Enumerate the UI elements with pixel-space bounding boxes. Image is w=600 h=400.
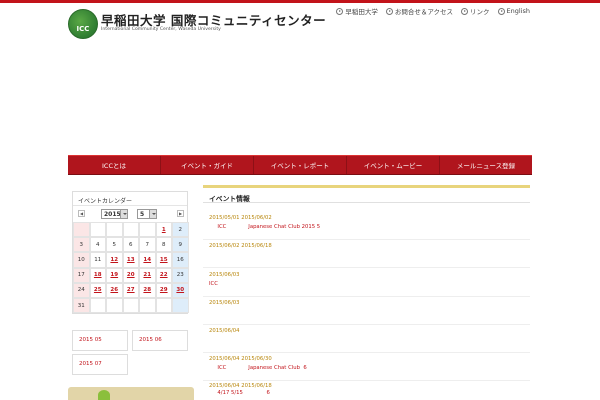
site-subtitle: International Community Center, Waseda U…: [101, 27, 221, 32]
next-month-button[interactable]: ▶: [177, 210, 184, 217]
event-title[interactable]: ICC: [209, 281, 218, 287]
event-dates: 2015/06/04 2015/06/18: [209, 383, 272, 389]
event-title[interactable]: ICC Japanese Chat Club 2015 5: [209, 224, 320, 230]
event-info-title: イベント情報: [203, 188, 530, 203]
month-archive-2015-06[interactable]: 2015 06: [132, 330, 188, 351]
calendar-day[interactable]: 28: [139, 282, 156, 298]
nav-event-report[interactable]: イベント・レポート: [254, 156, 347, 174]
event-title[interactable]: 4/17 5/15 6: [209, 390, 269, 396]
calendar-day: 9: [172, 237, 189, 253]
calendar-day[interactable]: 13: [122, 252, 139, 268]
calendar-day: 17: [73, 267, 90, 283]
event-dates: 2015/06/04 2015/06/30: [209, 356, 272, 362]
calendar-day: 11: [89, 252, 106, 268]
event-dates: 2015/06/03: [209, 300, 240, 306]
calendar-day[interactable]: 30: [172, 282, 189, 298]
top-links: 早稲田大学 お問合せ＆アクセス リンク English: [336, 6, 530, 16]
calendar-day: 16: [172, 252, 189, 268]
event-dates: 2015/06/02 2015/06/18: [209, 243, 272, 249]
top-link-waseda[interactable]: 早稲田大学: [336, 6, 378, 16]
calendar-day: 2: [172, 222, 189, 238]
arrow-circle-icon: [385, 7, 393, 15]
calendar-empty-cell: [106, 297, 123, 314]
year-select[interactable]: 2015: [101, 209, 128, 219]
calendar-empty-cell: [139, 297, 156, 314]
calendar-day: 7: [139, 237, 156, 253]
top-accent-line: [0, 0, 600, 3]
calendar-day[interactable]: 25: [89, 282, 106, 298]
calendar-day[interactable]: 15: [155, 252, 172, 268]
calendar-day[interactable]: 26: [106, 282, 123, 298]
calendar-day: 4: [89, 237, 106, 253]
event-item[interactable]: 2015/06/04 2015/06/30 ICC Japanese Chat …: [203, 353, 530, 381]
calendar-day[interactable]: 20: [122, 267, 139, 283]
nav-event-guide[interactable]: イベント・ガイド: [161, 156, 254, 174]
calendar-day[interactable]: 22: [155, 267, 172, 283]
event-item[interactable]: 2015/06/04: [203, 325, 530, 353]
event-info-panel: イベント情報 2015/05/01 2015/06/02 ICC Japanes…: [203, 185, 530, 400]
top-link-contact[interactable]: お問合せ＆アクセス: [385, 6, 453, 16]
logo-text: ICC: [76, 25, 90, 33]
event-item[interactable]: 2015/06/02 2015/06/18: [203, 240, 530, 268]
prev-arrow-icon: ◀: [79, 211, 84, 216]
event-dates: 2015/06/03: [209, 272, 240, 278]
side-banner[interactable]: [68, 387, 194, 400]
calendar-day: 31: [73, 297, 90, 314]
event-item[interactable]: 2015/06/03 ICC: [203, 269, 530, 297]
event-item[interactable]: 2015/06/04 2015/06/18 4/17 5/15 6: [203, 381, 530, 400]
arrow-circle-icon: [461, 7, 469, 15]
calendar-day: 8: [155, 237, 172, 253]
calendar-day[interactable]: 21: [139, 267, 156, 283]
prev-month-button[interactable]: ◀: [78, 210, 85, 217]
calendar-day[interactable]: 29: [155, 282, 172, 298]
calendar-day[interactable]: 18: [89, 267, 106, 283]
calendar-empty-cell: [155, 297, 172, 314]
calendar-day[interactable]: 27: [122, 282, 139, 298]
month-archive-2015-05[interactable]: 2015 05: [72, 330, 128, 351]
icc-logo[interactable]: ICC: [68, 9, 98, 39]
arrow-circle-icon: [336, 7, 344, 15]
calendar-title: イベントカレンダー: [73, 192, 187, 206]
calendar-day[interactable]: 14: [139, 252, 156, 268]
month-archive-2015-07[interactable]: 2015 07: [72, 354, 128, 375]
calendar-day: 3: [73, 237, 90, 253]
nav-mail-news[interactable]: メールニュース登録: [440, 156, 532, 174]
calendar-empty-cell: [106, 222, 123, 238]
calendar-empty-cell: [122, 297, 139, 314]
top-link-english[interactable]: English: [497, 6, 530, 16]
nav-about[interactable]: ICCとは: [68, 156, 161, 174]
calendar-empty-cell: [139, 222, 156, 238]
main-nav: ICCとは イベント・ガイド イベント・レポート イベント・ムービー メールニュ…: [68, 155, 532, 175]
top-link-links[interactable]: リンク: [461, 6, 490, 16]
event-item[interactable]: 2015/06/03: [203, 297, 530, 325]
event-title[interactable]: ICC Japanese Chat Club 6: [209, 365, 306, 371]
event-calendar: イベントカレンダー ◀ 2015 5 ▶ 1 2 3 4 5 6 7 8 9 10 11 12 13 14…: [72, 191, 189, 315]
chevron-down-icon: [120, 210, 127, 218]
event-dates: 2015/06/04: [209, 328, 240, 334]
calendar-day: 6: [122, 237, 139, 253]
event-dates: 2015/05/01 2015/06/02: [209, 215, 272, 221]
event-item[interactable]: 2015/05/01 2015/06/02 ICC Japanese Chat …: [203, 212, 530, 240]
calendar-empty-cell: [73, 222, 90, 238]
month-select[interactable]: 5: [137, 209, 157, 219]
calendar-day: 5: [106, 237, 123, 253]
calendar-day: 24: [73, 282, 90, 298]
calendar-grid: 1 2 3 4 5 6 7 8 9 10 11 12 13 14 15 16 17 18 19 20 21 22 23 24 2…: [73, 222, 189, 314]
calendar-day[interactable]: 19: [106, 267, 123, 283]
calendar-day[interactable]: 12: [106, 252, 123, 268]
calendar-day: 10: [73, 252, 90, 268]
calendar-controls: ◀ 2015 5 ▶: [73, 206, 187, 222]
nav-event-movie[interactable]: イベント・ムービー: [347, 156, 440, 174]
calendar-day[interactable]: 1: [155, 222, 172, 238]
next-arrow-icon: ▶: [178, 211, 183, 216]
chevron-down-icon: [149, 210, 156, 218]
calendar-empty-cell: [89, 222, 106, 238]
calendar-empty-cell: [172, 297, 189, 314]
calendar-empty-cell: [122, 222, 139, 238]
calendar-day: 23: [172, 267, 189, 283]
arrow-circle-icon: [497, 7, 505, 15]
calendar-empty-cell: [89, 297, 106, 314]
